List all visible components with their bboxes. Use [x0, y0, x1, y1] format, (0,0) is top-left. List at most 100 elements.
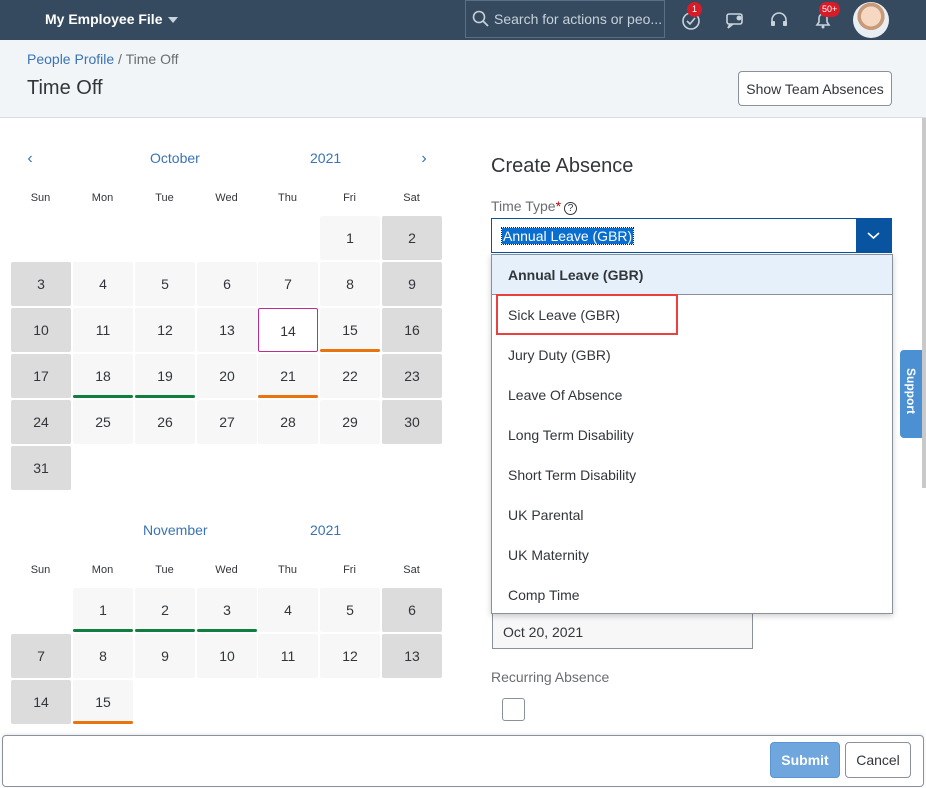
- calendar-day[interactable]: 19: [135, 354, 195, 398]
- chevron-down-icon: [867, 232, 880, 240]
- notifications-badge: 50+: [819, 2, 841, 17]
- calendar-day[interactable]: 7: [11, 634, 71, 678]
- calendar-day[interactable]: 12: [320, 634, 380, 678]
- weekday-header: Thu: [278, 564, 297, 576]
- breadcrumb-current: Time Off: [125, 51, 179, 67]
- breadcrumb-separator: /: [114, 51, 126, 67]
- calendar-day[interactable]: 2: [382, 216, 442, 260]
- page-header: People Profile / Time Off Time Off Show …: [0, 40, 926, 118]
- weekday-header: Fri: [343, 564, 356, 576]
- calendar-day[interactable]: 27: [197, 400, 257, 444]
- calendar-day[interactable]: 29: [320, 400, 380, 444]
- calendar-day[interactable]: 14: [258, 308, 318, 352]
- calendar-day[interactable]: 3: [11, 262, 71, 306]
- calendar-day[interactable]: 24: [11, 400, 71, 444]
- calendar-day[interactable]: 1: [320, 216, 380, 260]
- calendar-day[interactable]: 10: [11, 308, 71, 352]
- required-mark: *: [555, 198, 562, 214]
- calendar-day[interactable]: 9: [382, 262, 442, 306]
- month-label[interactable]: November: [143, 522, 208, 538]
- time-type-select[interactable]: Annual Leave (GBR): [491, 218, 892, 253]
- calendar-day[interactable]: 1: [73, 588, 133, 632]
- search-input[interactable]: [494, 11, 664, 27]
- cancel-button[interactable]: Cancel: [845, 742, 911, 778]
- calendar-day[interactable]: 13: [197, 308, 257, 352]
- calendar-day[interactable]: 22: [320, 354, 380, 398]
- calendar-day[interactable]: 13: [382, 634, 442, 678]
- calendar-day[interactable]: 28: [258, 400, 318, 444]
- feedback-icon: [726, 13, 743, 29]
- feedback-button[interactable]: [724, 9, 746, 31]
- dropdown-option[interactable]: UK Maternity: [492, 535, 892, 575]
- weekday-header: Mon: [91, 564, 114, 576]
- show-team-absences-button[interactable]: Show Team Absences: [738, 71, 892, 106]
- calendar-day[interactable]: 9: [135, 634, 195, 678]
- dropdown-option[interactable]: Leave Of Absence: [492, 375, 892, 415]
- notifications-button[interactable]: 50+: [812, 2, 841, 31]
- calendar-day[interactable]: 20: [197, 354, 257, 398]
- calendar-day[interactable]: 3: [197, 588, 257, 632]
- user-avatar[interactable]: [853, 2, 889, 38]
- calendar-day[interactable]: 17: [11, 354, 71, 398]
- weekday-header: Fri: [343, 192, 356, 204]
- calendar-day[interactable]: 8: [73, 634, 133, 678]
- calendar-day[interactable]: 30: [382, 400, 442, 444]
- dropdown-option[interactable]: Jury Duty (GBR): [492, 335, 892, 375]
- calendar-day[interactable]: 7: [258, 262, 318, 306]
- breadcrumb-link-people-profile[interactable]: People Profile: [27, 51, 114, 67]
- year-label[interactable]: 2021: [310, 150, 350, 166]
- next-month-chevron-icon[interactable]: ›: [414, 150, 434, 168]
- dropdown-option[interactable]: Long Term Disability: [492, 415, 892, 455]
- submit-button[interactable]: Submit: [770, 742, 840, 778]
- calendar-day[interactable]: 16: [382, 308, 442, 352]
- weekday-header: Sat: [403, 564, 420, 576]
- dropdown-arrow-button[interactable]: [856, 219, 891, 252]
- absence-marker: [197, 629, 257, 632]
- weekday-header: Thu: [278, 192, 297, 204]
- dropdown-option[interactable]: UK Parental: [492, 495, 892, 535]
- recurring-absence-checkbox[interactable]: [502, 698, 525, 721]
- todo-badge: 1: [687, 2, 702, 17]
- calendar-day[interactable]: 15: [320, 308, 380, 352]
- end-date-field[interactable]: Oct 20, 2021: [492, 613, 753, 649]
- calendar-day[interactable]: 21: [258, 354, 318, 398]
- month-label[interactable]: October: [150, 150, 200, 166]
- calendar-day[interactable]: 4: [258, 588, 318, 632]
- dropdown-option[interactable]: Comp Time: [492, 575, 892, 615]
- calendar-day[interactable]: 26: [135, 400, 195, 444]
- breadcrumb: People Profile / Time Off: [27, 51, 179, 67]
- calendar-day[interactable]: 2: [135, 588, 195, 632]
- year-label[interactable]: 2021: [310, 522, 350, 538]
- help-icon[interactable]: ?: [564, 202, 578, 215]
- dropdown-option[interactable]: Annual Leave (GBR): [492, 255, 892, 295]
- previous-month-chevron-icon[interactable]: ‹: [20, 150, 40, 168]
- month-header: November 2021: [10, 522, 440, 544]
- calendar-day[interactable]: 6: [197, 262, 257, 306]
- scrollbar[interactable]: [922, 118, 926, 488]
- calendar-day[interactable]: 15: [73, 680, 133, 724]
- dropdown-option[interactable]: Short Term Disability: [492, 455, 892, 495]
- absence-marker: [73, 721, 133, 724]
- absence-marker: [258, 395, 318, 398]
- search-box[interactable]: [465, 0, 665, 38]
- weekday-header: Tue: [155, 564, 174, 576]
- calendar-day[interactable]: 4: [73, 262, 133, 306]
- calendar-day[interactable]: 5: [135, 262, 195, 306]
- calendar-day[interactable]: 25: [73, 400, 133, 444]
- calendar-day[interactable]: 8: [320, 262, 380, 306]
- calendar-day[interactable]: 5: [320, 588, 380, 632]
- calendar-day[interactable]: 23: [382, 354, 442, 398]
- absence-marker: [135, 395, 195, 398]
- calendar-day[interactable]: 11: [258, 634, 318, 678]
- absence-marker: [73, 395, 133, 398]
- calendar-day[interactable]: 10: [197, 634, 257, 678]
- calendar-day[interactable]: 14: [11, 680, 71, 724]
- calendar-day[interactable]: 11: [73, 308, 133, 352]
- calendar-day[interactable]: 6: [382, 588, 442, 632]
- app-title-menu[interactable]: My Employee File: [45, 11, 179, 27]
- todo-button[interactable]: 1: [680, 2, 702, 31]
- calendar-day[interactable]: 18: [73, 354, 133, 398]
- calendar-day[interactable]: 31: [11, 446, 71, 490]
- help-button[interactable]: [768, 9, 790, 31]
- calendar-day[interactable]: 12: [135, 308, 195, 352]
